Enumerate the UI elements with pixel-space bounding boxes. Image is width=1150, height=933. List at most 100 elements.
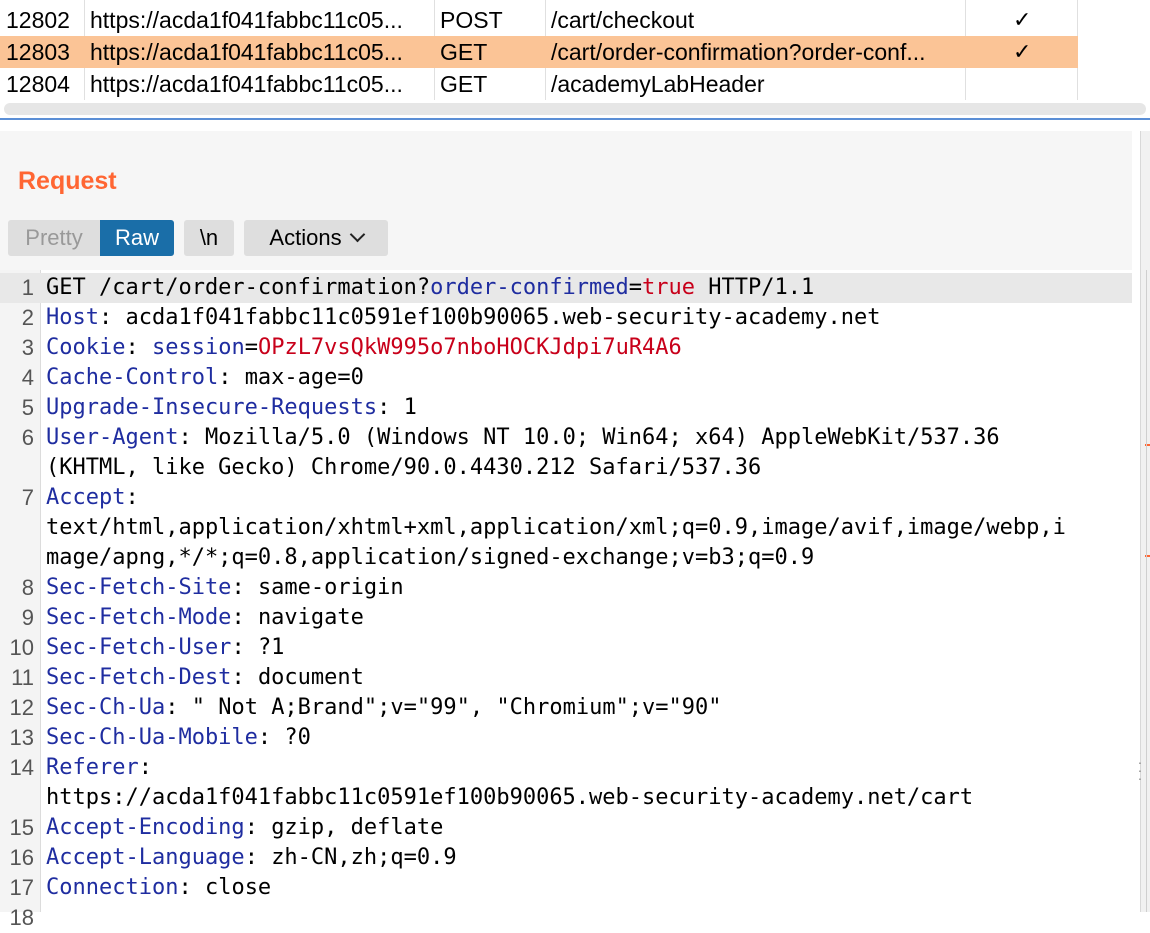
line-number: 7 bbox=[21, 485, 34, 510]
pane-splitter[interactable] bbox=[0, 118, 1150, 120]
header-value: max-age=0 bbox=[244, 365, 364, 390]
line-number: 13 bbox=[9, 725, 34, 750]
editor-line[interactable]: 15 Accept-Encoding: gzip, deflate bbox=[0, 813, 1132, 843]
header-value: " Not A;Brand";v="99", "Chromium";v="90" bbox=[191, 695, 722, 720]
editor-line[interactable]: 6 User-Agent: Mozilla/5.0 (Windows NT 10… bbox=[0, 423, 1132, 453]
header-value: gzip, deflate bbox=[271, 815, 444, 840]
line-number: 4 bbox=[21, 365, 34, 390]
header-name: Sec-Fetch-User bbox=[46, 635, 232, 660]
header-name: Sec-Fetch-Mode bbox=[46, 605, 232, 630]
line-number: 3 bbox=[21, 335, 34, 360]
header-value: close bbox=[204, 875, 272, 900]
line-number: 2 bbox=[21, 305, 34, 330]
header-name: Cookie bbox=[46, 335, 126, 360]
header-value-continued: https://acda1f041fabbc11c0591ef100b90065… bbox=[46, 785, 974, 810]
show-newlines-button[interactable]: \n bbox=[184, 220, 234, 256]
header-name: Accept-Language bbox=[46, 845, 245, 870]
header-name: Accept-Encoding bbox=[46, 815, 245, 840]
row-host: https://acda1f041fabbc11c05... bbox=[90, 71, 403, 97]
editor-line[interactable]: 17 Connection: close bbox=[0, 873, 1132, 903]
line-number: 15 bbox=[9, 815, 34, 840]
header-name: Sec-Fetch-Dest bbox=[46, 665, 232, 690]
editor-border bbox=[1146, 270, 1147, 912]
param-value: true bbox=[642, 275, 696, 300]
history-row-selected[interactable]: 12803 https://acda1f041fabbc11c05... GET… bbox=[0, 36, 1078, 68]
header-name: Host bbox=[46, 305, 99, 330]
chevron-down-icon bbox=[349, 226, 365, 243]
editor-line[interactable]: 14 Referer: bbox=[0, 753, 1132, 783]
header-name: Referer bbox=[46, 755, 139, 780]
editor-line[interactable]: 9 Sec-Fetch-Mode: navigate bbox=[0, 603, 1132, 633]
header-name: Sec-Fetch-Site bbox=[46, 575, 232, 600]
header-value: same-origin bbox=[257, 575, 404, 600]
header-value: document bbox=[257, 665, 364, 690]
editor-line[interactable]: 5 Upgrade-Insecure-Requests: 1 bbox=[0, 393, 1132, 423]
tab-pretty[interactable]: Pretty bbox=[8, 220, 100, 256]
tab-raw[interactable]: Raw bbox=[100, 220, 174, 256]
editor-line-wrapped[interactable]: (KHTML, like Gecko) Chrome/90.0.4430.212… bbox=[0, 453, 1132, 483]
row-host: https://acda1f041fabbc11c05... bbox=[90, 7, 403, 33]
header-value: Mozilla/5.0 (Windows NT 10.0; Win64; x64… bbox=[204, 425, 1000, 450]
editor-line[interactable]: 8 Sec-Fetch-Site: same-origin bbox=[0, 573, 1132, 603]
line-number: 5 bbox=[21, 395, 34, 420]
row-number: 12804 bbox=[6, 71, 70, 97]
line-number: 18 bbox=[9, 905, 34, 930]
row-url: /cart/order-confirmation?order-conf... bbox=[551, 39, 926, 65]
cookie-name: session bbox=[151, 335, 245, 360]
http-version: HTTP/1.1 bbox=[695, 275, 815, 300]
request-title: Request bbox=[18, 167, 117, 195]
line-number: 8 bbox=[21, 575, 34, 600]
editor-line-wrapped[interactable]: https://acda1f041fabbc11c0591ef100b90065… bbox=[0, 783, 1132, 813]
header-value-continued: (KHTML, like Gecko) Chrome/90.0.4430.212… bbox=[46, 455, 762, 480]
editor-line[interactable]: 3 Cookie: session=OPzL7vsQkW995o7nboHOCK… bbox=[0, 333, 1132, 363]
history-row[interactable]: 12804 https://acda1f041fabbc11c05... GET… bbox=[0, 68, 1078, 100]
line-number: 11 bbox=[11, 665, 34, 690]
header-name: User-Agent bbox=[46, 425, 179, 450]
header-value-continued: text/html,application/xhtml+xml,applicat… bbox=[46, 515, 1066, 540]
actions-label: Actions bbox=[269, 225, 342, 250]
row-method: POST bbox=[440, 7, 503, 33]
edited-check-icon: ✓ bbox=[1013, 39, 1032, 64]
header-value: 1 bbox=[403, 395, 417, 420]
line-number: 16 bbox=[9, 845, 34, 870]
line-number: 14 bbox=[9, 755, 34, 780]
editor-line[interactable]: 7 Accept: bbox=[0, 483, 1132, 513]
editor-line[interactable]: 12 Sec-Ch-Ua: " Not A;Brand";v="99", "Ch… bbox=[0, 693, 1132, 723]
line-number: 6 bbox=[21, 425, 34, 450]
line-number: 17 bbox=[9, 875, 34, 900]
header-name: Sec-Ch-Ua-Mobile bbox=[46, 725, 258, 750]
header-name: Connection bbox=[46, 875, 179, 900]
history-row[interactable]: 12802 https://acda1f041fabbc11c05... POS… bbox=[0, 4, 1078, 36]
drag-handle-icon[interactable]: · · · bbox=[1135, 755, 1145, 785]
editor-line[interactable]: 1 GET /cart/order-confirmation?order-con… bbox=[0, 273, 1132, 303]
editor-line[interactable]: 11 Sec-Fetch-Dest: document bbox=[0, 663, 1132, 693]
header-value: ?1 bbox=[257, 635, 285, 660]
param-equals: = bbox=[628, 275, 643, 300]
editor-line[interactable]: 4 Cache-Control: max-age=0 bbox=[0, 363, 1132, 393]
cookie-value: OPzL7vsQkW995o7nboHOCKJdpi7uR4A6 bbox=[257, 335, 682, 360]
header-value: navigate bbox=[257, 605, 364, 630]
editor-line[interactable]: 16 Accept-Language: zh-CN,zh;q=0.9 bbox=[0, 843, 1132, 873]
editor-line[interactable]: 13 Sec-Ch-Ua-Mobile: ?0 bbox=[0, 723, 1132, 753]
line-number: 12 bbox=[9, 695, 34, 720]
row-host: https://acda1f041fabbc11c05... bbox=[90, 39, 403, 65]
request-line: GET /cart/order-confirmation? bbox=[46, 275, 431, 300]
side-inspector-strip[interactable]: · · · bbox=[1138, 131, 1150, 912]
header-name: Accept bbox=[46, 485, 126, 510]
actions-menu-button[interactable]: Actions bbox=[244, 220, 388, 256]
editor-line-wrapped[interactable]: mage/apng,*/*;q=0.8,application/signed-e… bbox=[0, 543, 1132, 573]
row-number: 12803 bbox=[6, 39, 70, 65]
row-number: 12802 bbox=[6, 7, 70, 33]
line-number: 9 bbox=[21, 605, 34, 630]
editor-line[interactable]: 18 bbox=[0, 903, 1132, 933]
editor-line-wrapped[interactable]: text/html,application/xhtml+xml,applicat… bbox=[0, 513, 1132, 543]
editor-line[interactable]: 10 Sec-Fetch-User: ?1 bbox=[0, 633, 1132, 663]
header-name: Sec-Ch-Ua bbox=[46, 695, 166, 720]
editor-line[interactable]: 2 Host: acda1f041fabbc11c0591ef100b90065… bbox=[0, 303, 1132, 333]
edited-check-icon: ✓ bbox=[1013, 7, 1032, 32]
horizontal-scrollbar[interactable] bbox=[4, 103, 1146, 115]
http-history-table: 12802 https://acda1f041fabbc11c05... POS… bbox=[0, 0, 1150, 120]
request-editor[interactable]: 1 GET /cart/order-confirmation?order-con… bbox=[0, 270, 1132, 930]
row-url: /academyLabHeader bbox=[551, 71, 765, 97]
param-name: order-confirmed bbox=[430, 275, 629, 300]
